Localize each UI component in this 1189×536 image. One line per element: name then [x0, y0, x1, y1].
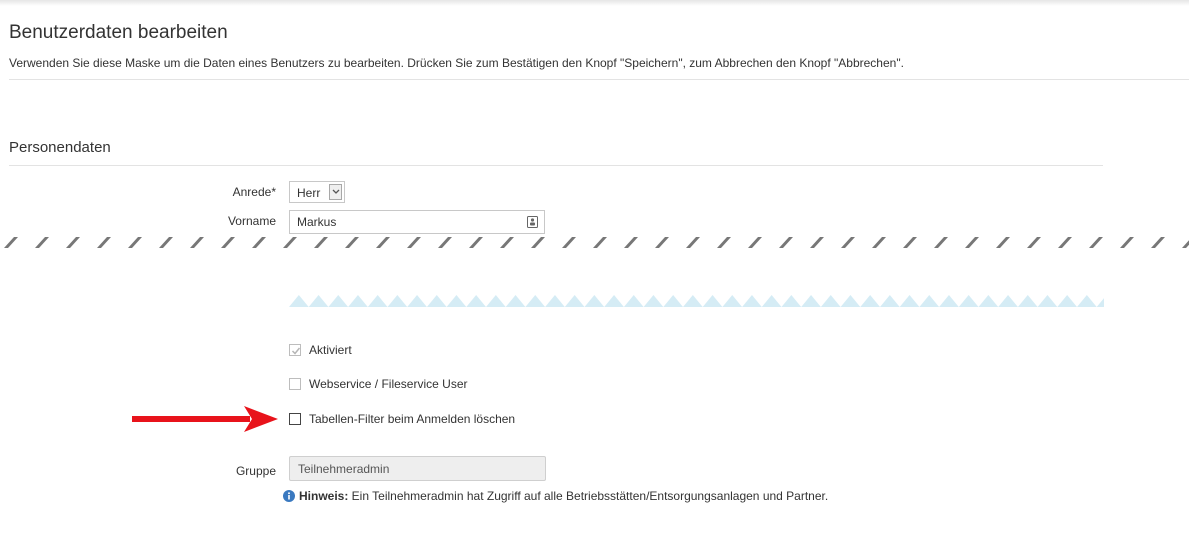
- contact-card-icon[interactable]: [527, 216, 538, 231]
- info-icon: [283, 490, 295, 505]
- aktiviert-checkbox[interactable]: [289, 344, 301, 356]
- gruppe-value: Teilnehmeradmin: [298, 462, 390, 476]
- gruppe-input: Teilnehmeradmin: [289, 456, 546, 481]
- aktiviert-label: Aktiviert: [309, 343, 352, 357]
- tabellen-filter-label: Tabellen-Filter beim Anmelden löschen: [309, 412, 516, 426]
- page-description: Verwenden Sie diese Maske um die Daten e…: [9, 56, 904, 70]
- tabellen-filter-checkbox[interactable]: [289, 413, 301, 425]
- anrede-label: Anrede*: [232, 185, 276, 199]
- divider: [9, 79, 1189, 80]
- screenshot-cut-edge-lower: [289, 295, 1104, 307]
- vorname-label: Vorname: [227, 214, 276, 228]
- gruppe-label: Gruppe: [235, 464, 276, 478]
- chevron-down-icon[interactable]: [329, 184, 342, 200]
- anrede-select[interactable]: Herr: [289, 181, 345, 203]
- hint-text: Hinweis: Ein Teilnehmeradmin hat Zugriff…: [283, 489, 828, 505]
- webservice-checkbox[interactable]: [289, 378, 301, 390]
- anrede-value: Herr: [297, 186, 321, 200]
- section-title: Personendaten: [9, 139, 111, 156]
- page-title: Benutzerdaten bearbeiten: [9, 22, 228, 43]
- screenshot-cut-edge: [4, 237, 1189, 248]
- section-divider: [9, 165, 1103, 166]
- red-arrow-icon: [132, 406, 278, 432]
- vorname-value: Markus: [297, 215, 337, 229]
- top-shadow: [0, 0, 1189, 6]
- webservice-label: Webservice / Fileservice User: [309, 377, 468, 391]
- hint-label: Hinweis:: [299, 489, 349, 503]
- hint-body: Ein Teilnehmeradmin hat Zugriff auf alle…: [348, 489, 829, 503]
